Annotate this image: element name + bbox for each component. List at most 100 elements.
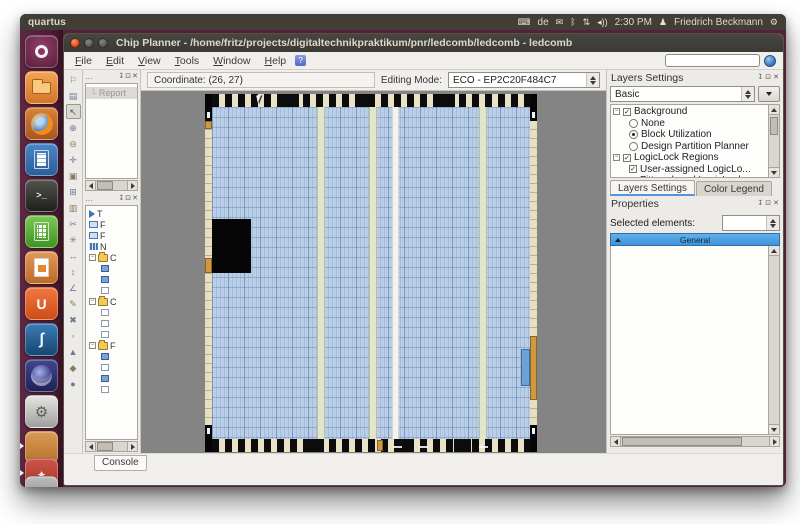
collapse-icon[interactable]: − <box>89 298 96 305</box>
chip-die[interactable] <box>205 94 537 452</box>
menu-view[interactable]: View <box>131 54 168 68</box>
scrollbar-thumb[interactable] <box>97 181 113 190</box>
properties-content[interactable] <box>610 246 780 435</box>
task-item[interactable]: F <box>87 219 137 230</box>
launcher-software-center-icon[interactable] <box>25 287 58 320</box>
launcher-libreoffice-writer-icon[interactable] <box>25 143 58 176</box>
tasks-panel[interactable]: T F F N −C −C −F <box>85 205 138 440</box>
chip-corner-block[interactable] <box>530 94 537 121</box>
chip-corner-block[interactable] <box>205 94 212 121</box>
properties-header[interactable]: Properties ↧ ⊡ ✕ <box>610 196 780 210</box>
report-tool-icon[interactable]: ▤ <box>66 88 81 103</box>
menu-file[interactable]: File <box>68 54 99 68</box>
task-subitem[interactable] <box>87 263 137 274</box>
spinner-icon[interactable] <box>766 216 779 230</box>
highlighted-io-cell[interactable] <box>205 121 212 129</box>
pan-tool-icon[interactable]: ✛ <box>66 152 81 167</box>
highlighted-io-cell[interactable] <box>205 258 212 273</box>
scroll-down-icon[interactable] <box>769 167 779 177</box>
memory-column-band[interactable] <box>317 107 325 439</box>
launcher-libreoffice-impress-icon[interactable] <box>25 251 58 284</box>
window-tool-icon[interactable]: ⊞ <box>66 184 81 199</box>
cut-tool-icon[interactable]: ✂ <box>66 216 81 231</box>
chip-corner-block[interactable] <box>530 425 537 452</box>
radio-off-icon[interactable] <box>629 119 638 128</box>
general-section-header[interactable]: General <box>610 233 780 246</box>
fit-view-tool-icon[interactable]: ▣ <box>66 168 81 183</box>
task-subitem[interactable] <box>87 307 137 318</box>
angle-tool-icon[interactable]: ∠ <box>66 280 81 295</box>
memory-column-band[interactable] <box>479 107 487 439</box>
diamond-tool-icon[interactable]: ◆ <box>66 360 81 375</box>
scroll-left-icon[interactable] <box>86 442 96 451</box>
radio-off-icon[interactable] <box>629 142 638 151</box>
gear-icon[interactable]: ⚙ <box>770 17 778 27</box>
task-subitem[interactable] <box>87 373 137 384</box>
layer-row-user-assigned[interactable]: ✓ User-assigned LogicLo... <box>613 164 779 176</box>
layers-menu-button[interactable] <box>758 86 780 102</box>
radio-on-icon[interactable] <box>629 130 638 139</box>
menu-window[interactable]: Window <box>206 54 257 68</box>
task-item[interactable]: N <box>87 241 137 252</box>
scrollbar-thumb[interactable] <box>97 442 113 451</box>
menu-tools[interactable]: Tools <box>168 54 207 68</box>
task-subitem[interactable] <box>87 274 137 285</box>
layers-vscrollbar[interactable] <box>768 105 779 177</box>
close-icon[interactable]: ✕ <box>773 200 779 208</box>
circle-tool-icon[interactable]: ● <box>66 376 81 391</box>
logic-fabric-grid[interactable] <box>212 107 530 439</box>
chip-corner-block[interactable] <box>205 425 212 452</box>
report-panel[interactable]: Report <box>85 83 138 179</box>
window-minimize-button[interactable] <box>84 38 94 48</box>
star-tool-icon[interactable]: ✳ <box>66 232 81 247</box>
io-column-left[interactable] <box>205 121 212 425</box>
scroll-right-icon[interactable] <box>127 181 137 190</box>
chip-canvas[interactable] <box>141 91 606 453</box>
report-hscrollbar[interactable] <box>85 180 138 191</box>
selected-lab-cell[interactable] <box>521 349 530 386</box>
io-pad-row-bottom[interactable] <box>212 439 530 452</box>
window-close-button[interactable] <box>70 38 80 48</box>
scroll-right-icon[interactable] <box>127 442 137 451</box>
io-pad-block[interactable] <box>358 94 375 107</box>
editing-mode-select[interactable]: ECO - EP2C20F484C7 <box>448 72 600 88</box>
keyboard-icon[interactable]: ⌨ <box>518 17 531 27</box>
layer-row-none[interactable]: None <box>613 118 779 130</box>
unrendered-region-block[interactable] <box>212 219 251 273</box>
properties-hscrollbar[interactable] <box>610 436 780 447</box>
layer-row-fitter-placed[interactable]: ✓ Fitter-placed LogicLock <box>613 175 779 178</box>
launcher-terminal-icon[interactable] <box>25 179 58 212</box>
window-maximize-button[interactable] <box>98 38 108 48</box>
launcher-system-tools-icon[interactable] <box>25 395 58 428</box>
layer-row-logiclock[interactable]: − ✓ LogicLock Regions <box>613 152 779 164</box>
checkbox-checked-icon[interactable]: ✓ <box>629 165 637 173</box>
checkbox-checked-icon[interactable]: ✓ <box>623 154 631 162</box>
network-icon[interactable]: ⇅ <box>583 17 591 27</box>
dot-tool-icon[interactable]: ◦ <box>66 328 81 343</box>
tasks-hscrollbar[interactable] <box>85 441 138 452</box>
session-user-name[interactable]: Friedrich Beckmann <box>674 17 763 28</box>
io-pad-block[interactable] <box>307 439 324 452</box>
drag-handle-icon[interactable]: … <box>85 194 94 203</box>
zoom-out-tool-icon[interactable]: ⊖ <box>66 136 81 151</box>
pin-icon[interactable]: ↧ <box>757 74 763 82</box>
scroll-right-icon[interactable] <box>769 437 779 446</box>
task-folder[interactable]: −C <box>87 296 137 307</box>
vertical-tool-icon[interactable]: ↕ <box>66 264 81 279</box>
scroll-up-icon[interactable] <box>769 246 779 256</box>
pin-icon[interactable]: ↧ <box>118 73 124 81</box>
io-pad-block[interactable] <box>282 94 299 107</box>
menu-edit[interactable]: Edit <box>99 54 131 68</box>
collapse-icon[interactable]: − <box>89 254 96 261</box>
close-icon[interactable]: ✕ <box>773 74 779 82</box>
selected-elements-select[interactable] <box>722 215 780 231</box>
scroll-down-icon[interactable] <box>769 424 779 434</box>
launcher-firefox-icon[interactable] <box>25 107 58 140</box>
task-subitem[interactable] <box>87 318 137 329</box>
report-panel-header[interactable]: … ↧ ⊡ ✕ <box>83 70 140 83</box>
close-icon[interactable]: ✕ <box>132 73 138 81</box>
float-icon[interactable]: ⊡ <box>765 200 771 208</box>
pin-icon[interactable]: ↧ <box>757 200 763 208</box>
spinner-icon[interactable] <box>741 87 754 101</box>
report-tree-item[interactable]: Report <box>86 87 137 99</box>
